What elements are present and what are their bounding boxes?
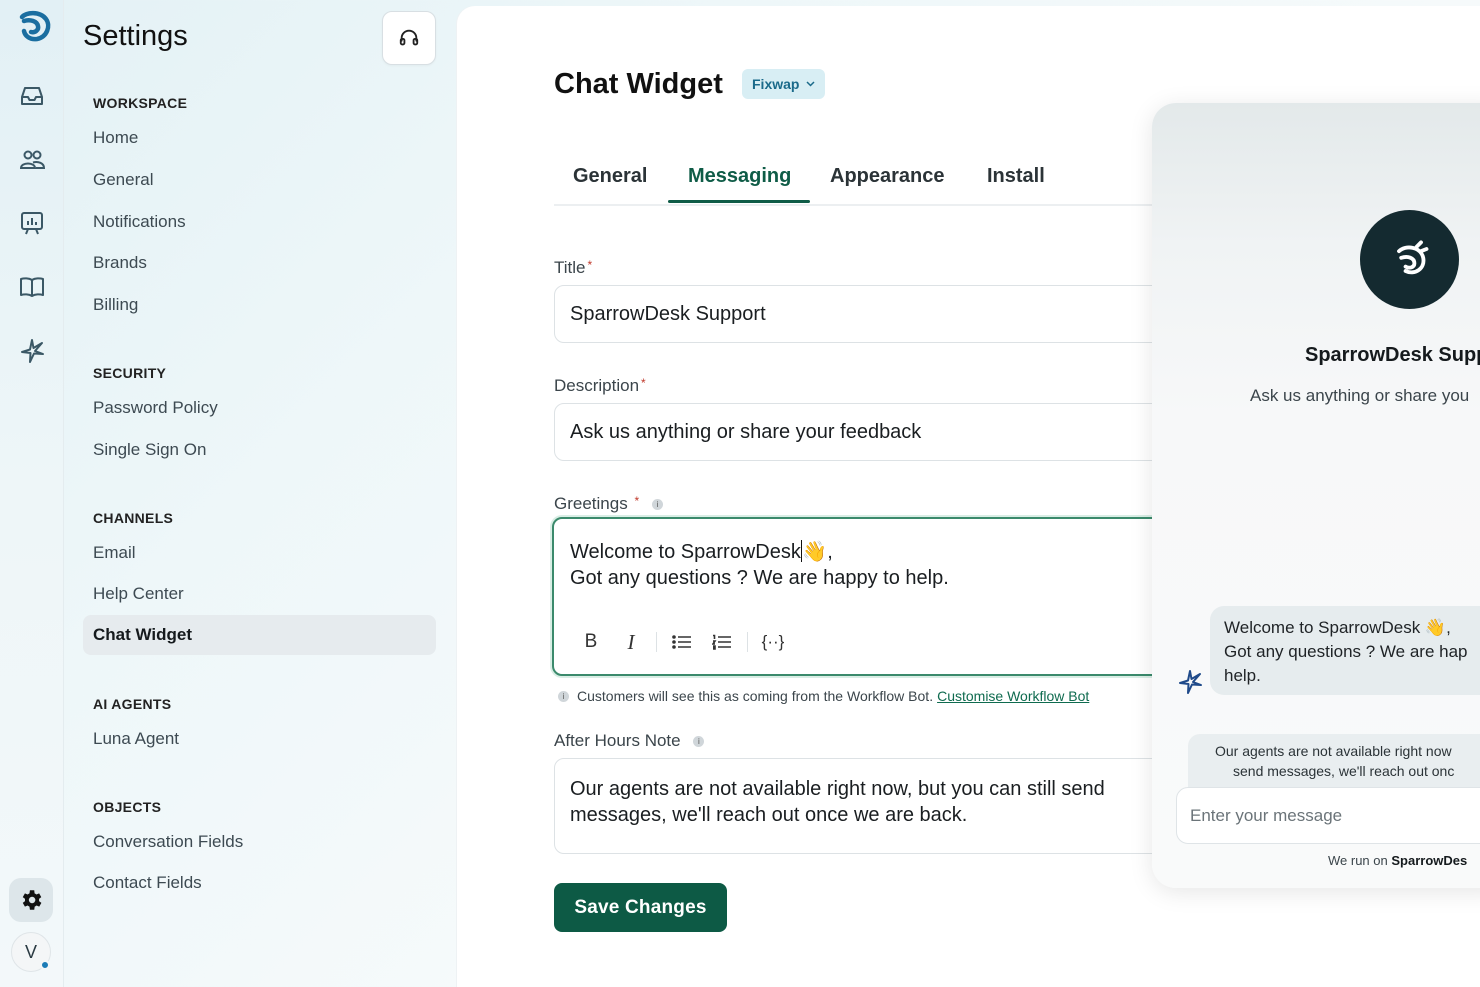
required-mark: * — [634, 494, 640, 508]
toolbar-divider — [747, 632, 748, 652]
settings-sidebar: Settings WORKSPACE Home General Notifica… — [64, 0, 456, 987]
required-mark: * — [641, 376, 646, 390]
sidebar-item-conversation-fields[interactable]: Conversation Fields — [93, 832, 243, 852]
ai-agent-icon[interactable] — [18, 337, 46, 365]
after-hours-label: After Hours Note i — [554, 731, 705, 751]
title-input[interactable]: SparrowDesk Support — [554, 285, 1174, 343]
icon-rail: V — [0, 0, 64, 987]
sidebar-item-luna-agent[interactable]: Luna Agent — [93, 729, 179, 749]
section-heading-channels: CHANNELS — [93, 510, 174, 526]
title-label: Title * — [554, 258, 592, 278]
section-heading-ai-agents: AI AGENTS — [93, 696, 172, 712]
knowledge-base-icon[interactable] — [18, 273, 46, 301]
bold-icon[interactable]: B — [576, 629, 606, 655]
support-button[interactable] — [382, 11, 436, 65]
avatar-initial: V — [24, 941, 37, 962]
reports-icon[interactable] — [18, 209, 46, 237]
widget-title: SparrowDesk Supp — [1305, 344, 1480, 366]
sidebar-item-contact-fields[interactable]: Contact Fields — [93, 873, 202, 893]
greetings-line-1-text: Welcome to SparrowDesk — [570, 541, 801, 563]
customise-workflow-bot-link[interactable]: Customise Workflow Bot — [937, 688, 1089, 704]
contacts-icon[interactable] — [18, 146, 46, 174]
chevron-down-icon — [806, 81, 815, 87]
title-label-text: Title — [554, 258, 586, 277]
greeting-bubble: Welcome to SparrowDesk 👋, Got any questi… — [1210, 606, 1480, 695]
sidebar-item-help-center[interactable]: Help Center — [93, 584, 184, 604]
sidebar-item-brands[interactable]: Brands — [93, 253, 147, 273]
logo-icon[interactable] — [16, 9, 52, 45]
greetings-line-2: Got any questions ? We are happy to help… — [570, 567, 949, 589]
required-mark: * — [587, 258, 593, 272]
description-input[interactable]: Ask us anything or share your feedback — [554, 403, 1174, 461]
variable-icon[interactable]: {··} — [758, 629, 788, 655]
offline-notice: Our agents are not available right now s… — [1188, 734, 1480, 788]
tab-install[interactable]: Install — [987, 165, 1045, 188]
offline-notice-line-2: send messages, we'll reach out onc — [1233, 763, 1455, 779]
offline-notice-line-1: Our agents are not available right now — [1215, 743, 1452, 759]
sidebar-item-email[interactable]: Email — [93, 543, 136, 563]
italic-icon[interactable]: I — [616, 629, 646, 655]
sidebar-item-password-policy[interactable]: Password Policy — [93, 398, 218, 418]
brand-selector[interactable]: Fixwap — [742, 69, 826, 99]
tab-messaging[interactable]: Messaging — [688, 165, 791, 188]
greetings-hint: i Customers will see this as coming from… — [558, 688, 1089, 704]
description-label-text: Description — [554, 376, 640, 395]
user-avatar[interactable]: V — [11, 932, 51, 972]
after-hours-input[interactable]: Our agents are not available right now, … — [554, 758, 1174, 854]
section-heading-workspace: WORKSPACE — [93, 95, 188, 111]
greeting-bubble-line-2: Got any questions ? We are hap — [1224, 642, 1468, 661]
greetings-line-1-suffix: , — [827, 541, 833, 563]
greeting-bubble-line-3: help. — [1224, 666, 1261, 685]
sparrowdesk-logo-icon — [1396, 239, 1428, 274]
sidebar-item-billing[interactable]: Billing — [93, 295, 138, 315]
tab-general[interactable]: General — [573, 165, 647, 188]
title-input-value: SparrowDesk Support — [570, 302, 766, 325]
message-input-placeholder: Enter your message — [1190, 805, 1343, 825]
page-title: Chat Widget — [554, 68, 723, 100]
sidebar-title: Settings — [83, 20, 188, 52]
description-input-value: Ask us anything or share your feedback — [570, 420, 922, 443]
active-tab-indicator — [668, 200, 810, 203]
brand-selector-label: Fixwap — [752, 76, 800, 92]
waving-hand-emoji: 👋 — [802, 541, 828, 563]
widget-avatar — [1360, 210, 1459, 309]
message-input[interactable]: Enter your message — [1176, 787, 1480, 844]
settings-gear-icon[interactable] — [9, 878, 53, 922]
settings-tabs: General Messaging Appearance Install — [554, 156, 1174, 206]
numbered-list-icon[interactable] — [707, 629, 737, 655]
after-hours-label-text: After Hours Note — [554, 731, 681, 750]
info-icon[interactable]: i — [693, 736, 705, 748]
sidebar-item-single-sign-on[interactable]: Single Sign On — [93, 440, 206, 460]
greetings-label: Greetings * i — [554, 494, 663, 514]
info-icon: i — [558, 690, 569, 702]
chat-widget-preview: SparrowDesk Supp Ask us anything or shar… — [1152, 103, 1480, 888]
section-heading-objects: OBJECTS — [93, 799, 162, 815]
powered-by-footer: We run on SparrowDes — [1328, 853, 1467, 868]
powered-by-prefix: We run on — [1328, 853, 1388, 868]
after-hours-input-value: Our agents are not available right now, … — [570, 778, 1105, 826]
section-heading-security: SECURITY — [93, 365, 167, 381]
sidebar-item-general[interactable]: General — [93, 170, 153, 190]
sidebar-item-chat-widget[interactable]: Chat Widget — [83, 615, 436, 655]
save-changes-button[interactable]: Save Changes — [554, 883, 727, 932]
greetings-line-1: Welcome to SparrowDesk👋, — [570, 539, 1156, 565]
description-label: Description * — [554, 376, 646, 396]
greetings-label-text: Greetings — [554, 494, 628, 513]
info-icon[interactable]: i — [651, 499, 663, 511]
greetings-hint-text: Customers will see this as coming from t… — [577, 688, 934, 704]
bullet-list-icon[interactable] — [667, 629, 697, 655]
greetings-editor[interactable]: Welcome to SparrowDesk👋, Got any questio… — [552, 517, 1174, 676]
headset-icon — [399, 29, 419, 46]
greeting-bubble-line-1: Welcome to SparrowDesk 👋, — [1224, 618, 1451, 637]
workflow-bot-icon — [1176, 668, 1204, 696]
online-status-dot — [40, 960, 50, 970]
toolbar-divider — [656, 632, 657, 652]
inbox-icon[interactable] — [18, 82, 46, 110]
powered-by-brand[interactable]: SparrowDes — [1391, 853, 1467, 868]
editor-toolbar: B I {··} — [576, 629, 798, 655]
widget-description: Ask us anything or share you — [1250, 386, 1470, 405]
tab-appearance[interactable]: Appearance — [830, 165, 945, 188]
sidebar-item-notifications[interactable]: Notifications — [93, 212, 186, 232]
sidebar-item-home[interactable]: Home — [93, 128, 138, 148]
